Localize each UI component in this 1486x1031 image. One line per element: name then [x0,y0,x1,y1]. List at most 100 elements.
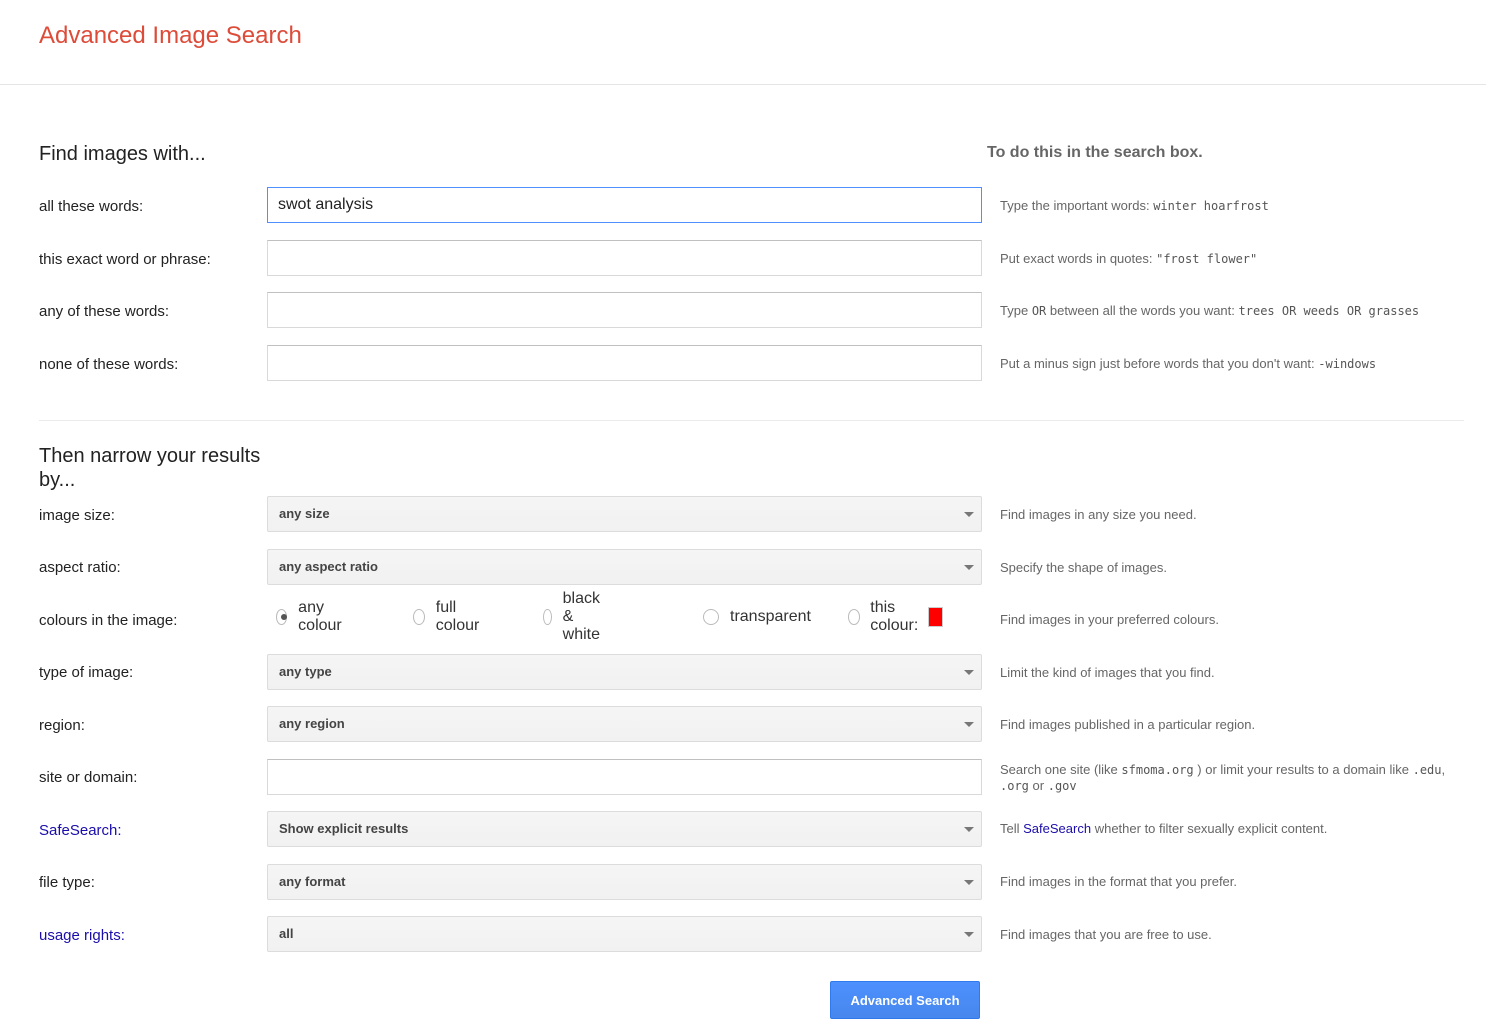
file-type-value: any format [279,874,346,889]
narrow-section-title: Then narrow your results by... [39,445,261,491]
radio-unchecked-icon[interactable] [703,609,719,625]
usage-rights-value: all [279,926,294,941]
site-domain-input[interactable] [267,759,982,795]
region-label: region: [39,717,85,734]
radio-any-colour[interactable]: any colour [276,599,347,634]
hint-example: .gov [1047,779,1077,793]
type-of-image-label: type of image: [39,664,134,681]
image-size-label: image size: [39,507,115,524]
label-suffix: : [120,927,125,944]
radio-black-white[interactable]: black & white [543,590,607,643]
hint-text: whether to filter sexually explicit cont… [1094,821,1328,836]
hint-text: Type the important words: [1000,198,1150,213]
radio-label: transparent [730,608,811,625]
safesearch-hint-link[interactable]: SafeSearch [1023,821,1091,836]
radio-unchecked-icon[interactable] [848,609,861,625]
image-size-value: any size [279,506,330,521]
region-hint: Find images published in a particular re… [1000,717,1256,732]
aspect-ratio-select[interactable]: any aspect ratio [267,549,982,585]
chevron-down-icon [964,670,974,675]
chevron-down-icon [964,880,974,885]
usage-rights-select[interactable]: all [267,916,982,952]
radio-full-colour[interactable]: full colour [413,599,484,634]
aspect-ratio-label: aspect ratio: [39,559,121,576]
usage-rights-label-row: usage rights: [39,927,125,944]
hint-example: .org [1000,779,1029,793]
type-of-image-hint: Limit the kind of images that you find. [1000,665,1215,680]
safesearch-label-row: SafeSearch: [39,822,122,839]
advanced-search-button[interactable]: Advanced Search [830,981,980,1019]
hint-text: , [1441,762,1446,777]
hint-text: Put exact words in quotes: [1000,251,1153,266]
hint-example: -windows [1318,357,1377,371]
hint-example: winter hoarfrost [1153,199,1269,213]
radio-transparent[interactable]: transparent [703,606,811,628]
none-words-input[interactable] [267,345,982,381]
hint-text: or [1032,778,1045,793]
safesearch-value: Show explicit results [279,821,409,836]
page-header: Advanced Image Search [0,0,1486,85]
chevron-down-icon [964,565,974,570]
chevron-down-icon [964,512,974,517]
exact-phrase-hint: Put exact words in quotes: "frost flower… [1000,251,1470,267]
hint-example: .edu [1412,763,1442,777]
exact-phrase-label: this exact word or phrase: [39,251,211,268]
image-size-hint: Find images in any size you need. [1000,507,1197,522]
safesearch-link[interactable]: SafeSearch [39,822,117,839]
label-suffix: : [117,822,122,839]
all-words-input[interactable] [267,187,982,223]
radio-this-colour[interactable]: this colour: [848,599,944,634]
file-type-label: file type: [39,874,95,891]
radio-label: this colour: [870,599,919,634]
site-domain-hint: Search one site (like sfmoma.org ) or li… [1000,762,1470,794]
exact-phrase-input[interactable] [267,240,982,276]
radio-unchecked-icon[interactable] [413,609,425,625]
file-type-select[interactable]: any format [267,864,982,900]
section-divider [39,420,1464,421]
radio-label: full colour [435,599,480,634]
none-words-hint: Put a minus sign just before words that … [1000,356,1470,372]
colours-hint: Find images in your preferred colours. [1000,612,1219,627]
search-box-tips-title: To do this in the search box. [987,144,1203,161]
type-of-image-select[interactable]: any type [267,654,982,690]
colour-swatch[interactable] [927,607,944,627]
region-value: any region [279,716,345,731]
region-select[interactable]: any region [267,706,982,742]
any-words-label: any of these words: [39,303,170,320]
chevron-down-icon [964,722,974,727]
hint-example: "frost flower" [1156,252,1258,266]
safesearch-select[interactable]: Show explicit results [267,811,982,847]
colours-label: colours in the image: [39,612,178,629]
hint-text: Type [1000,303,1029,318]
all-words-hint: Type the important words: winter hoarfro… [1000,198,1470,214]
chevron-down-icon [964,827,974,832]
none-words-label: none of these words: [39,356,179,373]
chevron-down-icon [964,932,974,937]
hint-example: trees OR weeds OR grasses [1238,304,1420,318]
hint-text: Tell [1000,821,1020,836]
radio-checked-icon[interactable] [276,609,288,625]
hint-text: Put a minus sign just before words that … [1000,356,1315,371]
hint-text: ) or limit your results to a domain like [1197,762,1409,777]
aspect-ratio-value: any aspect ratio [279,559,378,574]
any-words-input[interactable] [267,292,982,328]
radio-label: black & white [562,590,600,643]
page-title: Advanced Image Search [39,22,302,49]
aspect-ratio-hint: Specify the shape of images. [1000,560,1167,575]
usage-rights-hint: Find images that you are free to use. [1000,927,1212,942]
any-words-hint: Type OR between all the words you want: … [1000,303,1470,319]
find-section-title: Find images with... [39,143,206,165]
all-words-label: all these words: [39,198,144,215]
file-type-hint: Find images in the format that you prefe… [1000,874,1238,889]
hint-or-keyword: OR [1031,304,1047,318]
radio-unchecked-icon[interactable] [543,609,552,625]
radio-label: any colour [298,599,342,634]
hint-example: sfmoma.org [1121,763,1194,777]
image-size-select[interactable]: any size [267,496,982,532]
hint-text: between all the words you want: [1049,303,1235,318]
safesearch-hint: Tell SafeSearch whether to filter sexual… [1000,821,1470,837]
usage-rights-link[interactable]: usage rights [39,927,121,944]
type-of-image-value: any type [279,664,332,679]
hint-text: Search one site (like [1000,762,1118,777]
site-domain-label: site or domain: [39,769,138,786]
